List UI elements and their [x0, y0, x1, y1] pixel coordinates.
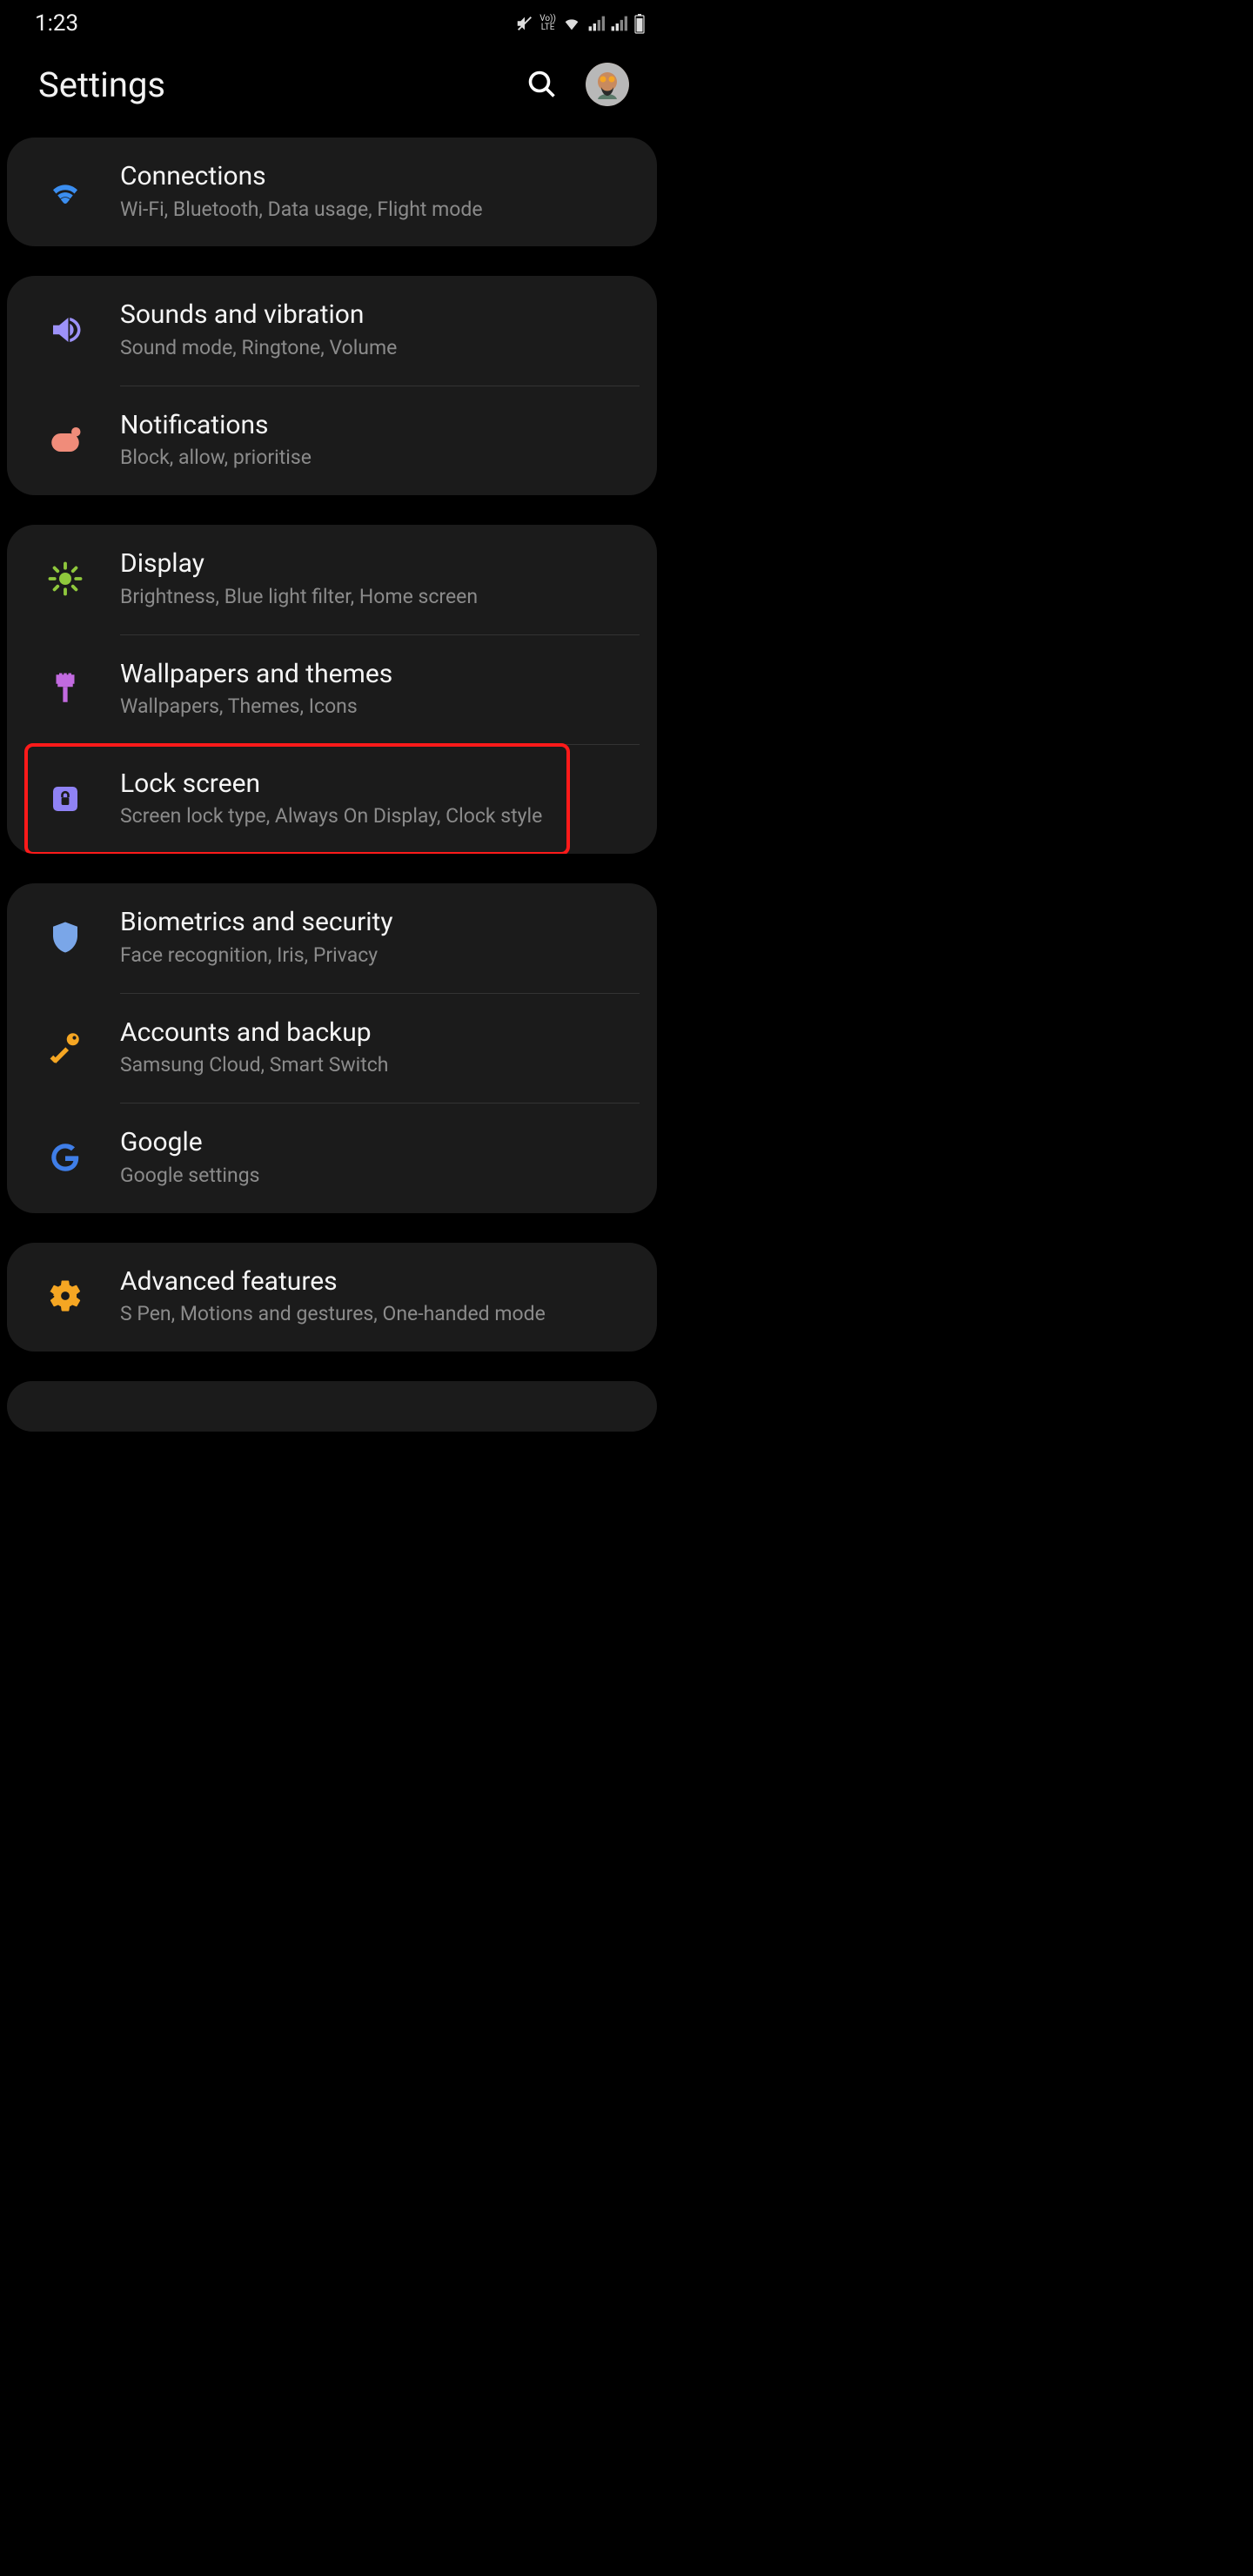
row-subtitle: Screen lock type, Always On Display, Clo…	[120, 803, 631, 829]
settings-group	[7, 1381, 657, 1432]
sun-icon	[42, 560, 120, 597]
row-accounts[interactable]: Accounts and backup Samsung Cloud, Smart…	[7, 994, 657, 1103]
row-display[interactable]: Display Brightness, Blue light filter, H…	[7, 525, 657, 634]
lock-icon	[42, 781, 120, 817]
volte-icon: Vo))LTE	[539, 15, 556, 32]
gear-icon	[42, 1278, 120, 1314]
row-subtitle: Wi-Fi, Bluetooth, Data usage, Flight mod…	[120, 197, 631, 223]
row-google[interactable]: Google Google settings	[7, 1104, 657, 1212]
settings-group: Display Brightness, Blue light filter, H…	[7, 525, 657, 854]
notif-icon	[42, 421, 120, 458]
status-icons: Vo))LTE	[515, 13, 647, 34]
settings-list: Connections Wi-Fi, Bluetooth, Data usage…	[0, 138, 664, 1432]
row-subtitle: Block, allow, prioritise	[120, 445, 631, 471]
row-title: Notifications	[120, 409, 631, 442]
row-connections[interactable]: Connections Wi-Fi, Bluetooth, Data usage…	[7, 138, 657, 246]
row-subtitle: Wallpapers, Themes, Icons	[120, 694, 631, 720]
settings-group: Biometrics and security Face recognition…	[7, 883, 657, 1212]
row-notifications[interactable]: Notifications Block, allow, prioritise	[7, 386, 657, 495]
signal-2-icon	[610, 15, 627, 32]
settings-header: Settings	[0, 42, 664, 138]
row-subtitle: Samsung Cloud, Smart Switch	[120, 1052, 631, 1078]
brush-icon	[42, 670, 120, 707]
row-title: Display	[120, 547, 631, 580]
mute-icon	[515, 14, 534, 33]
row-subtitle: Brightness, Blue light filter, Home scre…	[120, 584, 631, 610]
settings-group: Sounds and vibration Sound mode, Rington…	[7, 276, 657, 495]
row-lockscreen[interactable]: Lock screen Screen lock type, Always On …	[7, 745, 657, 854]
settings-group: Connections Wi-Fi, Bluetooth, Data usage…	[7, 138, 657, 246]
battery-icon	[633, 13, 647, 34]
search-icon[interactable]	[526, 69, 558, 100]
row-title: Lock screen	[120, 768, 631, 801]
settings-group: Advanced features S Pen, Motions and ges…	[7, 1243, 657, 1352]
row-biometrics[interactable]: Biometrics and security Face recognition…	[7, 883, 657, 992]
row-title: Wallpapers and themes	[120, 658, 631, 691]
row-title: Accounts and backup	[120, 1016, 631, 1050]
key-icon	[42, 1029, 120, 1065]
row-title: Advanced features	[120, 1265, 631, 1298]
profile-avatar[interactable]	[586, 63, 629, 106]
page-title: Settings	[38, 64, 165, 105]
row-title: Google	[120, 1126, 631, 1159]
row-advanced[interactable]: Advanced features S Pen, Motions and ges…	[7, 1243, 657, 1352]
row-subtitle: Sound mode, Ringtone, Volume	[120, 335, 631, 361]
shield-icon	[42, 919, 120, 956]
row-subtitle: S Pen, Motions and gestures, One-handed …	[120, 1301, 631, 1327]
google-icon	[42, 1139, 120, 1176]
row-title: Biometrics and security	[120, 906, 631, 939]
status-time: 1:23	[35, 10, 78, 37]
row-title: Connections	[120, 160, 631, 193]
signal-1-icon	[587, 15, 605, 32]
row-wallpapers[interactable]: Wallpapers and themes Wallpapers, Themes…	[7, 635, 657, 744]
row-subtitle: Face recognition, Iris, Privacy	[120, 943, 631, 969]
speaker-icon	[42, 312, 120, 348]
row-title: Sounds and vibration	[120, 299, 631, 332]
status-bar: 1:23 Vo))LTE	[0, 0, 664, 42]
row-placeholder[interactable]	[7, 1381, 657, 1432]
wifi-icon	[42, 173, 120, 210]
row-subtitle: Google settings	[120, 1163, 631, 1189]
row-sounds[interactable]: Sounds and vibration Sound mode, Rington…	[7, 276, 657, 385]
wifi-status-icon	[561, 14, 582, 33]
